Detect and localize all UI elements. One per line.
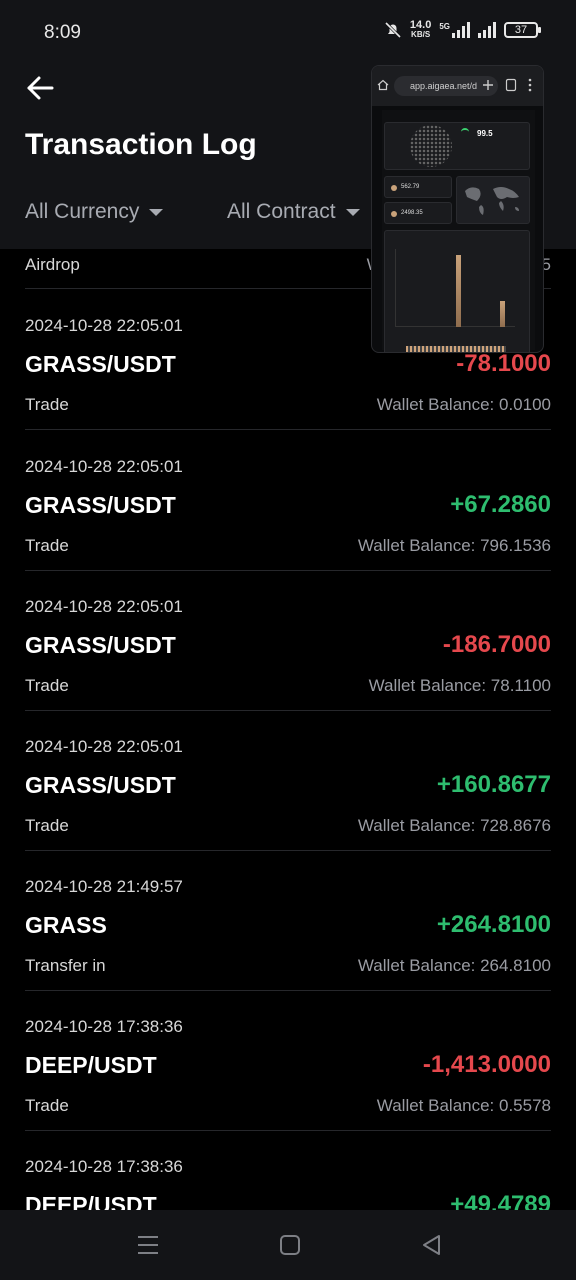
transaction-pair: GRASS/USDT [25, 351, 176, 377]
recents-menu-icon[interactable] [135, 1232, 161, 1258]
list-item[interactable]: 2024-10-28 22:05:01 GRASS/USDT -186.7000… [25, 570, 551, 711]
mute-bell-icon [384, 21, 401, 39]
back-triangle-icon[interactable] [419, 1232, 445, 1258]
pip-progress-strip [406, 346, 506, 352]
plus-icon[interactable] [482, 79, 494, 91]
home-icon[interactable] [377, 79, 389, 91]
tabs-icon[interactable] [505, 78, 517, 92]
transaction-date: 2024-10-28 22:05:01 [25, 597, 183, 616]
pip-card-1: 562.79 [384, 176, 452, 198]
transaction-date: 2024-10-28 22:05:01 [25, 737, 183, 756]
signal-icon [478, 22, 496, 38]
wallet-balance: Wallet Balance: 728.8676 [357, 816, 551, 835]
coin-icon [391, 211, 397, 217]
transaction-amount: -186.7000 [442, 631, 551, 658]
transaction-type: Trade [25, 676, 69, 695]
pip-browser-toolbar: app.aigaea.net/d [372, 66, 543, 106]
list-item[interactable]: 2024-10-28 22:05:01 GRASS/USDT +67.2860 … [25, 430, 551, 571]
wallet-balance: Wallet Balance: 0.5578 [376, 1096, 551, 1115]
battery-icon: 37 [504, 22, 541, 38]
filter-contract-dropdown[interactable]: All Contract [227, 200, 360, 224]
transaction-amount: +264.8100 [436, 911, 551, 938]
floating-browser-preview[interactable]: app.aigaea.net/d 99.5 562.79 2498.35 [371, 65, 544, 353]
transaction-date: 2024-10-28 17:38:36 [25, 1017, 183, 1036]
list-item[interactable]: 2024-10-28 17:38:36 DEEP/USDT -1,413.000… [25, 990, 551, 1131]
network-speed: 14.0 KB/S [409, 19, 432, 40]
filter-contract-label: All Contract [227, 200, 336, 223]
back-arrow-icon[interactable] [24, 72, 56, 104]
pip-chart-area [395, 249, 515, 327]
list-item[interactable]: 2024-10-28 21:49:57 GRASS +264.8100 Tran… [25, 850, 551, 991]
transaction-list[interactable]: Airdrop Wa5 2024-10-28 22:05:01 GRASS/US… [0, 249, 576, 1210]
wallet-balance: Wallet Balance: 796.1536 [357, 536, 551, 555]
transaction-type: Trade [25, 816, 69, 835]
caret-down-icon [345, 208, 360, 216]
transaction-date: 2024-10-28 21:49:57 [25, 877, 183, 896]
world-map-icon [465, 187, 519, 215]
more-vertical-icon[interactable] [527, 78, 533, 92]
status-bar: 8:09 14.0 KB/S 5G 37 [0, 0, 576, 64]
dots-globe-icon [410, 125, 452, 167]
transaction-type: Trade [25, 1096, 69, 1115]
status-time: 8:09 [44, 22, 81, 43]
pip-card-1-value: 562.79 [401, 184, 420, 190]
home-square-icon[interactable] [277, 1232, 303, 1258]
pip-world-map [456, 176, 530, 224]
list-item[interactable]: 2024-10-28 17:38:36 DEEP/USDT +49.4789 [25, 1130, 551, 1210]
page-title: Transaction Log [25, 128, 257, 161]
transaction-date: 2024-10-28 17:38:36 [25, 1157, 183, 1176]
wifi-icon [461, 128, 469, 134]
transaction-type: Trade [25, 536, 69, 555]
wallet-balance: Wallet Balance: 78.1100 [368, 676, 551, 695]
chart-bar [456, 255, 461, 327]
pip-stats-card: 99.5 [384, 122, 530, 170]
transaction-amount: -1,413.0000 [422, 1051, 551, 1078]
transaction-type: Airdrop [25, 255, 80, 274]
transaction-amount: +67.2860 [450, 491, 551, 518]
chart-bar [500, 301, 505, 327]
pip-stat-value: 99.5 [477, 129, 493, 138]
transaction-pair: GRASS/USDT [25, 772, 176, 798]
pip-chart-card [384, 230, 530, 352]
transaction-amount: +49.4789 [450, 1191, 551, 1210]
transaction-date: 2024-10-28 22:05:01 [25, 457, 183, 476]
transaction-pair: GRASS/USDT [25, 632, 176, 658]
transaction-pair: GRASS [25, 912, 107, 938]
list-item[interactable]: 2024-10-28 22:05:01 GRASS/USDT +160.8677… [25, 710, 551, 851]
transaction-pair: DEEP/USDT [25, 1052, 157, 1078]
pip-page-content: 99.5 562.79 2498.35 [382, 110, 535, 352]
transaction-amount: +160.8677 [436, 771, 551, 798]
coin-icon [391, 185, 397, 191]
transaction-amount: -78.1000 [456, 350, 551, 377]
pip-card-2: 2498.35 [384, 202, 452, 224]
system-nav-bar [0, 1210, 576, 1280]
transaction-pair: GRASS/USDT [25, 492, 176, 518]
filter-currency-dropdown[interactable]: All Currency [25, 200, 164, 224]
caret-down-icon [149, 208, 164, 216]
wallet-balance: Wallet Balance: 264.8100 [357, 956, 551, 975]
filter-currency-label: All Currency [25, 200, 140, 223]
transaction-date: 2024-10-28 22:05:01 [25, 316, 183, 335]
signal-5g-icon: 5G [439, 22, 470, 38]
transaction-type: Transfer in [25, 956, 106, 975]
status-icons: 14.0 KB/S 5G 37 [384, 19, 541, 40]
pip-card-2-value: 2498.35 [401, 210, 423, 216]
transaction-pair: DEEP/USDT [25, 1192, 157, 1210]
wallet-balance: Wallet Balance: 0.0100 [376, 395, 551, 414]
transaction-type: Trade [25, 395, 69, 414]
